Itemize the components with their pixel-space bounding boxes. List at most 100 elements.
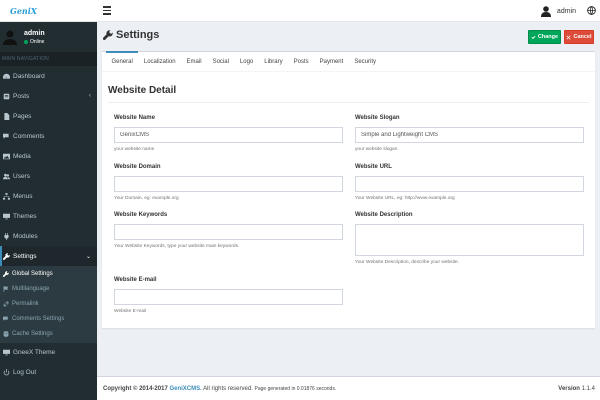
sidebar-item-pages[interactable]: Pages [0,106,97,126]
website-name-help: your website name [114,147,155,152]
sidebar-item-settings[interactable]: Settings ⌄ [0,246,97,266]
submenu-item-label: Cache Settings [12,330,53,337]
cancel-button-label: Cancel [573,34,592,40]
website-domain-label: Website Domain [114,164,161,170]
tab-logo[interactable]: Logo [234,52,258,72]
cancel-button[interactable]: Cancel [564,30,594,44]
close-icon [566,35,571,39]
website-description-help: Your Website Description, describe your … [355,260,459,265]
submenu-item-label: Comments Settings [12,315,65,322]
user-avatar-icon [3,30,17,45]
plug-icon [4,232,9,240]
change-button[interactable]: Change [528,30,561,44]
submenu-item-label: Permalink [12,300,39,307]
submenu-item-global-settings[interactable]: Global Settings [0,267,97,282]
sidebar-item-label: Posts [13,92,30,100]
page-title: Settings [103,29,159,41]
comments-icon [3,316,8,321]
hamburger-line [103,6,111,8]
website-keywords-label: Website Keywords [114,212,168,218]
tab-social[interactable]: Social [207,52,234,72]
user-status: Online [24,39,45,45]
wrench-icon [3,252,10,260]
sidebar-item-media[interactable]: Media [0,146,97,166]
user-panel: admin Online [0,22,97,52]
chevron-down-icon: ⌄ [85,253,91,260]
sidebar-item-label: Log Out [13,369,37,377]
tab-localization[interactable]: Localization [138,52,181,72]
website-email-help: Website E-mail [114,309,147,314]
settings-submenu: Global Settings Multilanguage Permalink … [0,266,97,343]
sidebar-item-menus[interactable]: Menus [0,186,97,206]
desktop-icon [3,350,10,356]
globe-icon[interactable] [587,6,596,15]
sidebar-item-comments[interactable]: Comments [0,126,97,146]
footer-copyright: Copyright © 2014-2017 GeniXCMS. All righ… [103,386,336,392]
flag-icon [3,286,9,293]
tab-library[interactable]: Library [259,52,288,72]
website-domain-input[interactable] [114,176,343,192]
online-dot-icon [24,39,28,44]
sidebar-user-name: admin [24,29,45,37]
wrench-icon [3,271,9,278]
link-icon [3,301,9,307]
submenu-item-cache-settings[interactable]: Cache Settings [0,326,97,341]
desktop-icon [3,213,10,219]
sidebar-item-themes[interactable]: Themes [0,206,97,226]
file-icon [4,112,10,120]
brand-logo[interactable]: GeniX [10,6,37,16]
website-domain-group: Website Domain Your Domain, eg: example.… [114,164,343,201]
settings-tabs: General Localization Email Social Logo L… [102,51,595,72]
website-email-input[interactable] [114,289,343,305]
top-user-name: admin [556,7,576,15]
tab-email[interactable]: Email [181,52,207,72]
version-number: 1.1.4 [581,386,595,392]
tab-general[interactable]: General [106,51,139,72]
generated-text: Page generated in 0.01876 seconds. [254,386,337,392]
sidebar-item-gneex-theme[interactable]: GneeX Theme [0,343,97,363]
website-description-label: Website Description [355,212,413,218]
rights-text: All rights reserved. [203,386,253,392]
sidebar-item-posts[interactable]: Posts ‹ [0,86,97,106]
sidebar-item-label: Themes [13,212,37,220]
sidebar-item-label: GneeX Theme [13,349,56,357]
sidebar-toggle-button[interactable] [103,6,111,16]
website-url-input[interactable] [355,176,584,192]
dashboard-icon [3,73,10,79]
website-slogan-input[interactable] [355,127,584,143]
website-name-input[interactable] [114,127,343,143]
sidebar-item-label: Pages [13,112,32,120]
tab-posts[interactable]: Posts [288,52,314,72]
user-status-text: Online [30,38,45,45]
sidebar-item-users[interactable]: Users [0,166,97,186]
sidebar-item-label: Media [13,152,31,160]
sidebar-item-logout[interactable]: Log Out [0,363,97,383]
submenu-item-comments-settings[interactable]: Comments Settings [0,311,97,326]
sidebar-item-label: Menus [13,192,33,200]
top-navbar: admin [97,0,600,22]
top-user-menu[interactable]: admin [540,4,576,18]
power-icon [3,369,10,376]
footer: Copyright © 2014-2017 GeniXCMS. All righ… [97,376,600,400]
website-name-label: Website Name [114,115,155,121]
website-description-textarea[interactable] [355,224,584,256]
hamburger-line [103,9,111,11]
website-description-group: Website Description Your Website Descrip… [355,212,584,265]
sidebar-item-label: Users [13,172,30,180]
footer-brand-link[interactable]: GeniXCMS. [169,386,201,392]
tab-security[interactable]: Security [349,52,382,72]
website-email-label: Website E-mail [114,277,157,283]
check-icon [531,35,536,39]
content-header: Settings Change Cancel [97,22,600,50]
sidebar-item-dashboard[interactable]: Dashboard [0,66,97,86]
submenu-item-permalink[interactable]: Permalink [0,297,97,312]
website-slogan-help: your website slogan [355,147,398,152]
website-keywords-input[interactable] [114,224,343,240]
sidebar-item-modules[interactable]: Modules [0,226,97,246]
submenu-item-multilanguage[interactable]: Multilanguage [0,282,97,297]
comments-icon [3,133,9,139]
sidebar-item-label: Dashboard [13,72,45,80]
website-name-group: Website Name your website name [114,115,343,152]
tab-payment[interactable]: Payment [314,52,349,72]
website-url-help: Your Website URL, eg: http://www.example… [355,196,455,201]
